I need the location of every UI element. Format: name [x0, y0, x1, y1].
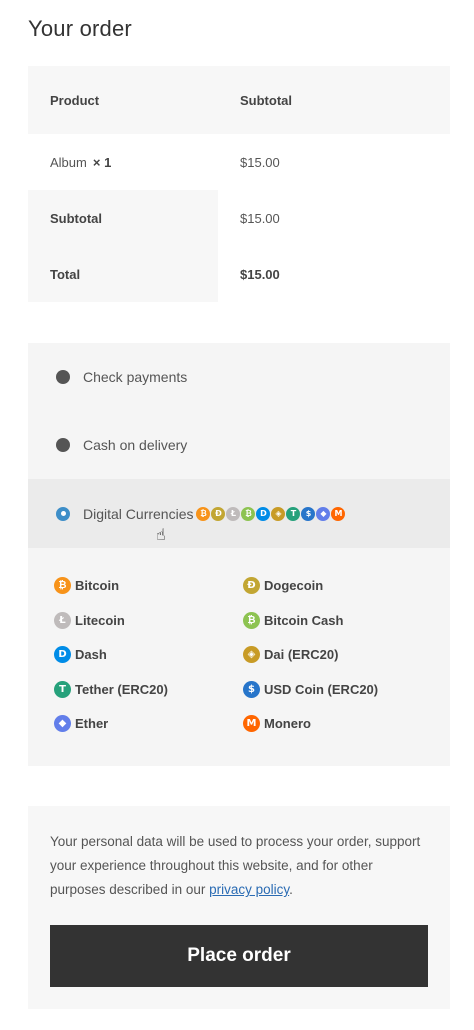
currency-name: Tether (ERC20) — [75, 681, 168, 697]
currency-name: Dogecoin — [264, 578, 324, 593]
coin-icon: Đ — [211, 506, 226, 521]
currency-name: Bitcoin — [75, 578, 120, 593]
coin-icon: T — [54, 680, 71, 698]
product-name-cell: Album × 1 — [28, 134, 218, 190]
currency-name: Dai (ERC20) — [264, 647, 339, 662]
currency-item: ◆ Ether — [54, 715, 108, 732]
coin-icon: ◈ — [243, 646, 260, 663]
table-row: Album × 1 $15.00 — [28, 134, 450, 190]
currency-item: ◈ Dai (ERC20) — [243, 646, 338, 663]
currency-item: Đ Dogecoin — [243, 577, 323, 594]
payment-method-label: Digital Currencies — [83, 505, 194, 522]
total-row: Total $15.00 — [28, 246, 450, 302]
product-quantity: × 1 — [92, 154, 112, 170]
coin-icon: Ł — [226, 506, 241, 521]
payment-method-cod[interactable]: Cash on delivery — [28, 411, 450, 479]
product-name: Album — [50, 154, 87, 170]
coin-icon: M — [243, 715, 260, 732]
total-value: $15.00 — [240, 266, 280, 282]
subtotal-column-header: Subtotal — [240, 92, 292, 108]
currency-item: D Dash — [54, 646, 107, 663]
radio-button[interactable] — [56, 438, 70, 452]
radio-button[interactable] — [56, 370, 70, 384]
coin-icon: ◆ — [316, 506, 331, 521]
coin-icon: M — [331, 506, 346, 521]
currency-icons-strip: ₿ Đ Ł ₿ D ◈ T $ ◆ M — [196, 506, 346, 521]
subtotal-value: $15.00 — [240, 210, 280, 226]
currency-name: Dash — [75, 647, 107, 662]
subtotal-row: Subtotal $15.00 — [28, 190, 450, 246]
currency-item: M Monero — [243, 715, 311, 732]
coin-icon: D — [256, 506, 271, 521]
payment-method-label: Check payments — [83, 369, 188, 385]
currency-name: Monero — [264, 716, 311, 731]
coin-icon: ₿ — [241, 506, 256, 521]
coin-icon: D — [54, 646, 71, 663]
table-header-row: Product Subtotal — [28, 66, 450, 134]
coin-icon: ◆ — [54, 715, 71, 732]
total-label: Total — [28, 246, 218, 302]
coin-icon: Đ — [243, 577, 260, 594]
currency-item: T Tether (ERC20) — [54, 680, 168, 698]
payment-methods: Check payments Cash on delivery Digital … — [28, 343, 450, 766]
coin-icon: Ł — [54, 611, 71, 629]
currency-name: Bitcoin Cash — [264, 612, 344, 628]
currency-name: Ether — [75, 716, 109, 731]
currency-item: ₿ Bitcoin — [54, 577, 119, 594]
privacy-policy-link[interactable]: privacy policy — [209, 882, 289, 897]
order-review-table: Product Subtotal Album × 1 $15.00 Subtot… — [28, 66, 450, 302]
privacy-text-end: . — [289, 882, 293, 897]
coin-icon: ₿ — [196, 506, 211, 521]
page-title: Your order — [28, 16, 132, 41]
subtotal-label: Subtotal — [28, 190, 218, 246]
currency-name: Litecoin — [75, 612, 125, 628]
radio-button-selected[interactable] — [56, 506, 70, 521]
coin-icon: ◈ — [271, 506, 286, 521]
coin-icon: $ — [301, 506, 316, 521]
product-price: $15.00 — [240, 154, 280, 170]
place-order-button[interactable]: Place order — [50, 925, 428, 987]
coin-icon: ₿ — [54, 577, 71, 594]
checkout-footer: Your personal data will be used to proce… — [28, 806, 450, 1009]
product-column-header: Product — [50, 92, 100, 108]
coin-icon: $ — [243, 680, 260, 698]
payment-method-label: Cash on delivery — [83, 437, 188, 453]
currency-item: Ł Litecoin — [54, 611, 125, 629]
payment-method-check[interactable]: Check payments — [28, 343, 450, 411]
currency-name: USD Coin (ERC20) — [264, 681, 379, 697]
currency-item: $ USD Coin (ERC20) — [243, 680, 379, 698]
payment-method-digital-currencies[interactable]: Digital Currencies ₿ Đ Ł ₿ D ◈ T $ ◆ M — [28, 479, 450, 548]
currency-item: ₿ Bitcoin Cash — [243, 611, 344, 629]
coin-icon: T — [286, 506, 301, 521]
privacy-notice: Your personal data will be used to proce… — [50, 830, 430, 902]
coin-icon: ₿ — [243, 611, 260, 629]
